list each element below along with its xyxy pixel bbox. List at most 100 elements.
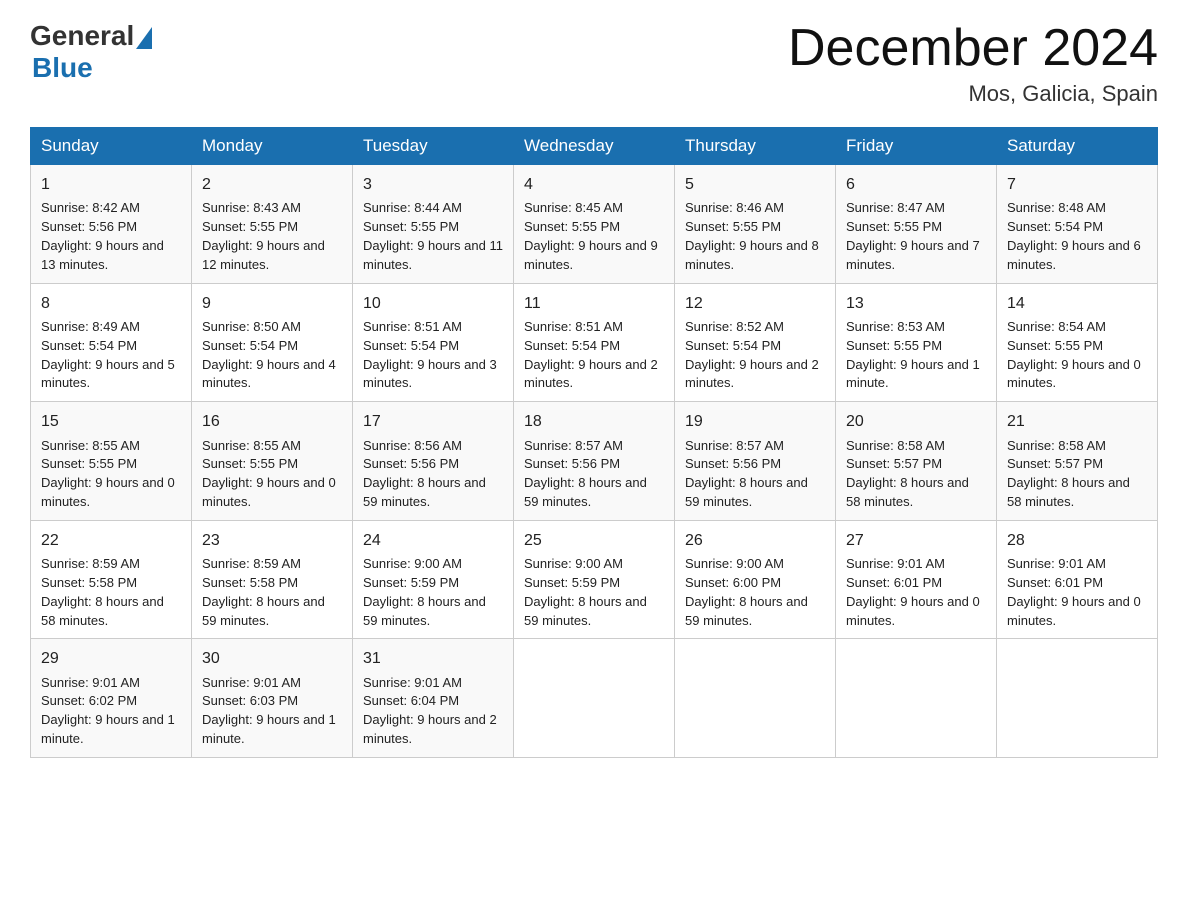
sunrise-text: Sunrise: 8:58 AM <box>846 437 986 456</box>
calendar-cell: 5Sunrise: 8:46 AMSunset: 5:55 PMDaylight… <box>675 165 836 284</box>
daylight-text: Daylight: 9 hours and 3 minutes. <box>363 356 503 394</box>
daylight-text: Daylight: 9 hours and 11 minutes. <box>363 237 503 275</box>
sunrise-text: Sunrise: 9:00 AM <box>685 555 825 574</box>
day-number: 12 <box>685 292 825 315</box>
calendar-cell: 28Sunrise: 9:01 AMSunset: 6:01 PMDayligh… <box>997 520 1158 639</box>
sunrise-text: Sunrise: 8:52 AM <box>685 318 825 337</box>
col-header-thursday: Thursday <box>675 128 836 165</box>
sunset-text: Sunset: 5:59 PM <box>524 574 664 593</box>
day-number: 15 <box>41 410 181 433</box>
page-header: General Blue December 2024 Mos, Galicia,… <box>30 20 1158 107</box>
daylight-text: Daylight: 9 hours and 0 minutes. <box>1007 356 1147 394</box>
day-number: 27 <box>846 529 986 552</box>
sunset-text: Sunset: 5:55 PM <box>846 337 986 356</box>
calendar-cell: 30Sunrise: 9:01 AMSunset: 6:03 PMDayligh… <box>192 639 353 758</box>
calendar-cell: 4 Sunrise: 8:45 AMSunset: 5:55 PMDaylight… <box>514 165 675 284</box>
sunset-text: Sunset: 5:57 PM <box>846 455 986 474</box>
calendar-cell: 10Sunrise: 8:51 AMSunset: 5:54 PMDayligh… <box>353 283 514 402</box>
calendar-cell: 19Sunrise: 8:57 AMSunset: 5:56 PMDayligh… <box>675 402 836 521</box>
sunrise-text: Sunrise: 9:01 AM <box>41 674 181 693</box>
calendar-cell: 29Sunrise: 9:01 AMSunset: 6:02 PMDayligh… <box>31 639 192 758</box>
calendar-cell: 12Sunrise: 8:52 AMSunset: 5:54 PMDayligh… <box>675 283 836 402</box>
sunrise-text: Sunrise: 9:00 AM <box>363 555 503 574</box>
daylight-text: Daylight: 9 hours and 0 minutes. <box>1007 593 1147 631</box>
sunrise-text: Sunrise: 8:44 AM <box>363 199 503 218</box>
sunset-text: Sunset: 5:55 PM <box>202 455 342 474</box>
calendar-cell: 9Sunrise: 8:50 AMSunset: 5:54 PMDaylight… <box>192 283 353 402</box>
sunset-text: Sunset: 5:54 PM <box>685 337 825 356</box>
daylight-text: Daylight: 9 hours and 9 minutes. <box>524 237 664 275</box>
day-number: 17 <box>363 410 503 433</box>
calendar-cell: 8Sunrise: 8:49 AMSunset: 5:54 PMDaylight… <box>31 283 192 402</box>
calendar-cell <box>514 639 675 758</box>
calendar-cell: 11Sunrise: 8:51 AMSunset: 5:54 PMDayligh… <box>514 283 675 402</box>
daylight-text: Daylight: 8 hours and 59 minutes. <box>202 593 342 631</box>
day-number: 31 <box>363 647 503 670</box>
sunset-text: Sunset: 6:03 PM <box>202 692 342 711</box>
logo-triangle-icon <box>136 27 152 49</box>
sunset-text: Sunset: 5:59 PM <box>363 574 503 593</box>
day-number: 9 <box>202 292 342 315</box>
col-header-saturday: Saturday <box>997 128 1158 165</box>
col-header-monday: Monday <box>192 128 353 165</box>
day-number: 1 <box>41 173 181 196</box>
calendar-cell: 2Sunrise: 8:43 AMSunset: 5:55 PMDaylight… <box>192 165 353 284</box>
daylight-text: Daylight: 9 hours and 0 minutes. <box>202 474 342 512</box>
daylight-text: Daylight: 9 hours and 2 minutes. <box>524 356 664 394</box>
sunrise-text: Sunrise: 8:51 AM <box>363 318 503 337</box>
sunrise-text: Sunrise: 8:43 AM <box>202 199 342 218</box>
sunrise-text: Sunrise: 8:53 AM <box>846 318 986 337</box>
day-number: 7 <box>1007 173 1147 196</box>
day-number: 16 <box>202 410 342 433</box>
daylight-text: Daylight: 9 hours and 6 minutes. <box>1007 237 1147 275</box>
sunrise-text: Sunrise: 9:01 AM <box>363 674 503 693</box>
sunrise-text: Sunrise: 8:57 AM <box>524 437 664 456</box>
daylight-text: Daylight: 9 hours and 2 minutes. <box>363 711 503 749</box>
sunrise-text: Sunrise: 8:55 AM <box>41 437 181 456</box>
daylight-text: Daylight: 9 hours and 12 minutes. <box>202 237 342 275</box>
sunset-text: Sunset: 5:54 PM <box>524 337 664 356</box>
calendar-cell: 26Sunrise: 9:00 AMSunset: 6:00 PMDayligh… <box>675 520 836 639</box>
calendar-cell <box>836 639 997 758</box>
sunrise-text: Sunrise: 8:46 AM <box>685 199 825 218</box>
calendar-cell: 16Sunrise: 8:55 AMSunset: 5:55 PMDayligh… <box>192 402 353 521</box>
day-number: 28 <box>1007 529 1147 552</box>
daylight-text: Daylight: 9 hours and 0 minutes. <box>41 474 181 512</box>
col-header-tuesday: Tuesday <box>353 128 514 165</box>
day-number: 10 <box>363 292 503 315</box>
sunset-text: Sunset: 5:55 PM <box>846 218 986 237</box>
calendar-header-row: SundayMondayTuesdayWednesdayThursdayFrid… <box>31 128 1158 165</box>
daylight-text: Daylight: 8 hours and 59 minutes. <box>524 474 664 512</box>
sunset-text: Sunset: 6:02 PM <box>41 692 181 711</box>
day-number: 4 <box>524 173 664 196</box>
sunset-text: Sunset: 6:00 PM <box>685 574 825 593</box>
daylight-text: Daylight: 9 hours and 7 minutes. <box>846 237 986 275</box>
sunset-text: Sunset: 5:55 PM <box>363 218 503 237</box>
daylight-text: Daylight: 9 hours and 1 minute. <box>846 356 986 394</box>
sunrise-text: Sunrise: 8:45 AM <box>524 199 664 218</box>
calendar-cell: 24Sunrise: 9:00 AMSunset: 5:59 PMDayligh… <box>353 520 514 639</box>
calendar-cell: 18Sunrise: 8:57 AMSunset: 5:56 PMDayligh… <box>514 402 675 521</box>
sunrise-text: Sunrise: 8:59 AM <box>41 555 181 574</box>
sunset-text: Sunset: 5:54 PM <box>202 337 342 356</box>
day-number: 18 <box>524 410 664 433</box>
calendar-cell <box>675 639 836 758</box>
day-number: 22 <box>41 529 181 552</box>
calendar-cell: 31Sunrise: 9:01 AMSunset: 6:04 PMDayligh… <box>353 639 514 758</box>
day-number: 19 <box>685 410 825 433</box>
day-number: 25 <box>524 529 664 552</box>
logo-general-text: General <box>30 20 134 52</box>
day-number: 13 <box>846 292 986 315</box>
sunrise-text: Sunrise: 9:00 AM <box>524 555 664 574</box>
sunrise-text: Sunrise: 9:01 AM <box>1007 555 1147 574</box>
day-number: 21 <box>1007 410 1147 433</box>
sunrise-text: Sunrise: 8:58 AM <box>1007 437 1147 456</box>
day-number: 20 <box>846 410 986 433</box>
day-number: 2 <box>202 173 342 196</box>
day-number: 14 <box>1007 292 1147 315</box>
sunset-text: Sunset: 5:55 PM <box>524 218 664 237</box>
day-number: 24 <box>363 529 503 552</box>
month-title: December 2024 <box>788 20 1158 77</box>
sunset-text: Sunset: 5:54 PM <box>41 337 181 356</box>
calendar-cell: 14Sunrise: 8:54 AMSunset: 5:55 PMDayligh… <box>997 283 1158 402</box>
